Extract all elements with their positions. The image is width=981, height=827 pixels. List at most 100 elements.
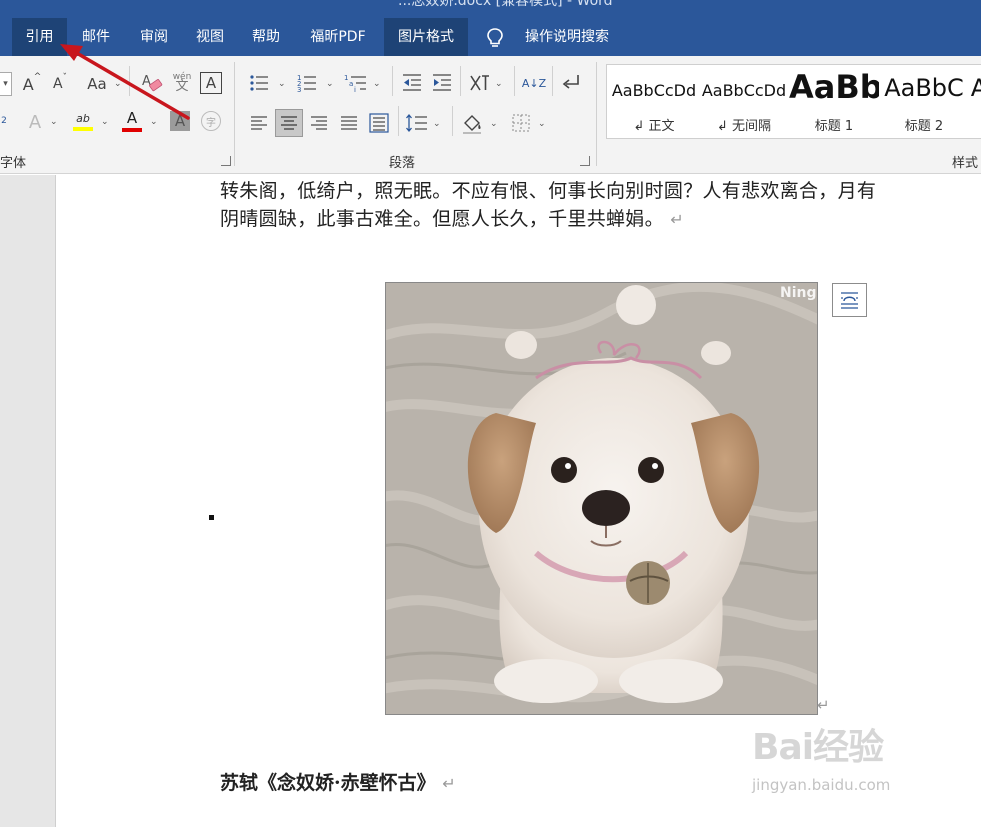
phonetic-guide-char: 文 <box>175 79 189 94</box>
tab-review[interactable]: 审阅 <box>128 18 180 56</box>
show-paragraph-marks-icon[interactable] <box>560 72 582 94</box>
poem-heading[interactable]: 苏轼《念奴娇·赤壁怀古》 ↵ <box>220 768 456 795</box>
line-spacing-icon[interactable] <box>405 112 429 134</box>
phonetic-guide-button[interactable]: wén 文 <box>170 68 194 96</box>
style-normal-sample: AaBbCcDd <box>611 81 697 100</box>
divider <box>460 66 461 96</box>
style-title-sample: A <box>969 74 981 102</box>
highlight-icon: ab <box>76 111 90 125</box>
chevron-down-icon[interactable]: ⌄ <box>278 79 286 89</box>
align-center-icon <box>281 116 297 130</box>
sort-button[interactable]: A↓Z <box>522 71 546 95</box>
justify-icon[interactable] <box>338 112 360 134</box>
style-heading-1[interactable]: AaBb 标题 1 <box>789 65 879 138</box>
paragraph-mark: ↵ <box>442 774 456 793</box>
inserted-picture[interactable]: Ning <box>385 282 818 715</box>
svg-text:a: a <box>349 80 353 88</box>
tell-me-search[interactable]: 操作说明搜索 <box>512 18 622 56</box>
change-case-button[interactable]: Aa <box>84 72 110 96</box>
divider <box>129 66 130 96</box>
sort-icon: A↓Z <box>521 76 547 90</box>
clear-formatting-button[interactable]: A <box>140 70 164 96</box>
shrink-font-button[interactable]: Aˇ <box>48 72 72 96</box>
align-center-button[interactable] <box>275 109 303 137</box>
lightbulb-icon[interactable] <box>486 27 504 49</box>
character-border-button[interactable]: A <box>200 72 222 94</box>
puppy-photo-icon <box>386 283 817 714</box>
shading-bucket-icon[interactable] <box>460 111 484 135</box>
divider <box>234 62 235 166</box>
character-shading-button[interactable]: A <box>170 111 190 131</box>
font-dialog-launcher[interactable] <box>221 156 231 166</box>
subscript-button[interactable]: 2 <box>0 111 8 131</box>
watermark-brand: Bai经验 <box>752 727 884 768</box>
enclose-characters-icon: 字 <box>206 117 216 129</box>
chinese-layout-icon[interactable] <box>468 72 492 94</box>
character-border-icon: A <box>205 74 217 92</box>
grow-font-button[interactable]: A ^ <box>20 72 44 96</box>
chevron-down-icon[interactable]: ⌄ <box>373 79 381 89</box>
svg-text:3: 3 <box>297 86 301 94</box>
style-heading-2-name: 标题 2 <box>904 119 944 134</box>
chevron-down-icon[interactable]: ⌄ <box>114 79 122 89</box>
font-color-button[interactable]: A <box>120 108 144 134</box>
style-no-spacing-sample: AaBbCcDd <box>701 81 787 100</box>
enclose-characters-button[interactable]: 字 <box>201 111 221 131</box>
picture-watermark: Ning <box>780 285 817 301</box>
font-size-dropdown[interactable]: ▾ <box>0 72 12 96</box>
chevron-down-icon[interactable]: ⌄ <box>433 119 441 129</box>
change-case-icon: Aa <box>87 75 107 93</box>
layout-options-button[interactable] <box>832 283 867 317</box>
distributed-icon[interactable] <box>368 112 390 134</box>
style-heading-2[interactable]: AaBbC 标题 2 <box>879 65 969 138</box>
chevron-down-icon[interactable]: ⌄ <box>150 117 158 127</box>
style-heading-1-sample: AaBb <box>789 68 879 106</box>
poem-heading-text: 苏轼《念奴娇·赤壁怀古》 <box>220 772 436 794</box>
body-line-1-text: 转朱阁，低绮户，照无眠。不应有恨、何事长向别时圆？人有悲欢离合，月有 <box>220 180 877 202</box>
divider <box>514 66 515 96</box>
body-line-1[interactable]: 转朱阁，低绮户，照无眠。不应有恨、何事长向别时圆？人有悲欢离合，月有 <box>220 176 876 203</box>
left-margin-gray <box>0 175 56 827</box>
chevron-down-icon[interactable]: ⌄ <box>101 117 109 127</box>
text-highlight-button[interactable]: ab <box>70 108 96 134</box>
ribbon-tab-bar: ...念奴娇.docx [兼容模式] - Word 引用 邮件 审阅 视图 帮助… <box>0 0 981 56</box>
ribbon: ▾ A ^ Aˇ Aa ⌄ A wén 文 A 2 A ⌄ ab ⌄ A ⌄ A … <box>0 56 981 174</box>
anchor-marker <box>209 515 214 520</box>
borders-icon[interactable] <box>510 112 532 134</box>
style-title[interactable]: A <box>969 65 981 138</box>
chevron-down-icon[interactable]: ⌄ <box>538 119 546 129</box>
character-shading-icon: A <box>174 112 186 130</box>
text-effects-icon: A <box>28 111 42 133</box>
highlight-color-bar <box>73 126 93 131</box>
svg-text:1: 1 <box>344 74 348 82</box>
chevron-down-icon[interactable]: ⌄ <box>495 79 503 89</box>
multilevel-list-icon[interactable]: 1ai <box>344 72 368 94</box>
window-title: ...念奴娇.docx [兼容模式] - Word <box>398 0 613 9</box>
chevron-down-icon[interactable]: ⌄ <box>490 119 498 129</box>
divider <box>392 66 393 96</box>
wrap-text-icon <box>841 292 858 309</box>
tab-view[interactable]: 视图 <box>184 18 236 56</box>
divider <box>596 62 597 166</box>
styles-gallery: AaBbCcDd ↲ 正文 AaBbCcDd ↲ 无间隔 AaBb 标题 1 A… <box>606 64 981 139</box>
style-no-spacing[interactable]: AaBbCcDd ↲ 无间隔 <box>699 65 789 138</box>
paragraph-dialog-launcher[interactable] <box>580 156 590 166</box>
watermark-url: jingyan.baidu.com <box>752 776 891 794</box>
bullets-icon[interactable] <box>248 72 270 94</box>
increase-indent-icon[interactable] <box>431 72 453 94</box>
body-line-2[interactable]: 阴晴圆缺，此事古难全。但愿人长久，千里共蝉娟。 ↵ <box>220 204 684 231</box>
text-effects-button[interactable]: A <box>24 110 46 134</box>
style-normal-name: ↲ 正文 <box>633 119 675 134</box>
align-left-icon[interactable] <box>248 112 270 134</box>
tab-help[interactable]: 帮助 <box>240 18 292 56</box>
decrease-indent-icon[interactable] <box>401 72 423 94</box>
chevron-down-icon[interactable]: ⌄ <box>326 79 334 89</box>
align-right-icon[interactable] <box>308 112 330 134</box>
tab-foxit-pdf[interactable]: 福昕PDF <box>296 18 380 56</box>
style-normal[interactable]: AaBbCcDd ↲ 正文 <box>609 65 699 138</box>
numbering-icon[interactable]: 123 <box>296 72 318 94</box>
tab-references[interactable]: 引用 <box>12 18 67 56</box>
tab-mailings[interactable]: 邮件 <box>70 18 122 56</box>
tab-picture-format[interactable]: 图片格式 <box>384 18 468 56</box>
chevron-down-icon[interactable]: ⌄ <box>50 117 58 127</box>
